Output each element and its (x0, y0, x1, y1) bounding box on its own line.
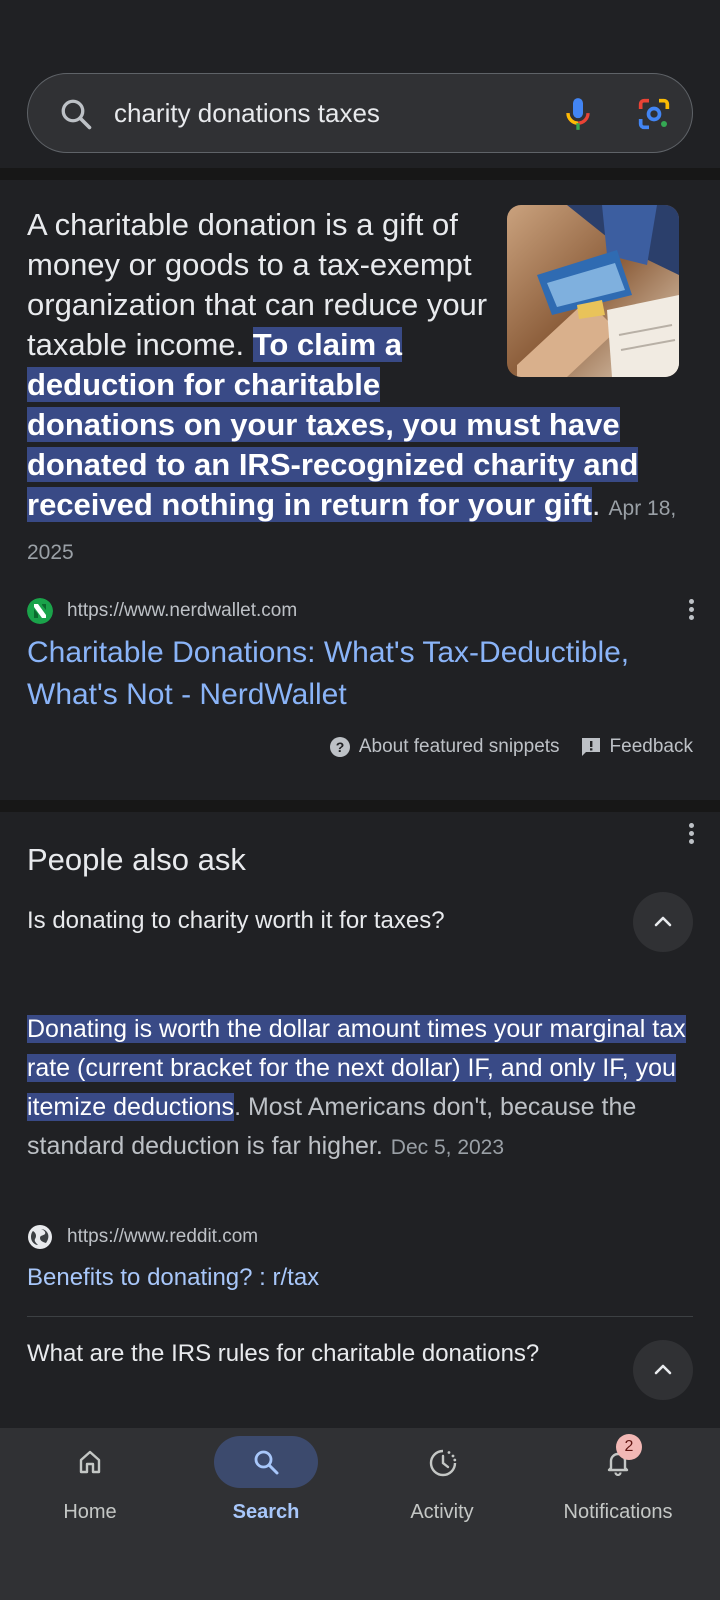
nerdwallet-favicon-icon (27, 598, 53, 624)
nav-notifications[interactable]: 2 Notifications (528, 1428, 708, 1548)
snippet-tail: . (591, 487, 601, 522)
more-options-icon[interactable] (681, 820, 701, 850)
more-options-icon[interactable] (681, 596, 701, 626)
snippet-footer: ? About featured snippets Feedback (329, 732, 693, 762)
globe-icon (28, 1225, 52, 1249)
collapse-button[interactable] (633, 892, 693, 952)
help-circle-icon: ? (329, 737, 350, 757)
paa-link-title[interactable]: Benefits to donating? : r/tax (27, 1260, 687, 1296)
snippet-thumbnail[interactable] (507, 205, 679, 377)
google-lens-icon[interactable] (634, 94, 674, 134)
people-also-ask-title: People also ask (27, 842, 246, 877)
featured-snippet-card: A charitable donation is a gift of money… (0, 180, 720, 800)
feedback-label: Feedback (609, 736, 693, 757)
svg-text:?: ? (336, 739, 345, 755)
paa-answer: Donating is worth the dollar amount time… (27, 1010, 687, 1167)
nav-icon-container: 2 (566, 1434, 670, 1488)
chevron-up-icon (654, 1364, 672, 1375)
paa-answer-date: Dec 5, 2023 (390, 1136, 505, 1159)
search-icon (254, 1450, 279, 1475)
section-separator (0, 168, 720, 180)
home-icon (79, 1450, 101, 1474)
bottom-navigation: Home Search Activity 2 Notifications (0, 1428, 720, 1600)
nav-home[interactable]: Home (0, 1428, 180, 1548)
nav-home-label: Home (63, 1501, 117, 1523)
about-featured-snippets-link[interactable]: ? About featured snippets (329, 736, 560, 758)
featured-snippet-text: A charitable donation is a gift of money… (27, 205, 679, 573)
nav-activity[interactable]: Activity (352, 1428, 532, 1548)
nav-icon-container (38, 1436, 142, 1488)
paa-source-url[interactable]: https://www.reddit.com (67, 1226, 258, 1248)
paa-question[interactable]: What are the IRS rules for charitable do… (27, 1338, 587, 1370)
notification-badge: 2 (616, 1434, 642, 1460)
search-box[interactable]: charity donations taxes (27, 73, 693, 153)
paa-source-row[interactable]: https://www.reddit.com (27, 1224, 693, 1254)
snippet-source-url[interactable]: https://www.nerdwallet.com (67, 600, 297, 622)
people-also-ask-card: People also ask Is donating to charity w… (0, 812, 720, 1432)
snippet-source-row[interactable]: https://www.nerdwallet.com (27, 598, 694, 628)
nav-icon-container (390, 1436, 494, 1488)
nav-icon-container (214, 1436, 318, 1488)
activity-icon (429, 1449, 457, 1477)
paa-divider (27, 1316, 693, 1317)
section-separator (0, 800, 720, 812)
search-query[interactable]: charity donations taxes (114, 98, 380, 129)
about-featured-snippets-label: About featured snippets (358, 736, 560, 757)
snippet-result-title[interactable]: Charitable Donations: What's Tax-Deducti… (27, 632, 687, 716)
feedback-link[interactable]: Feedback (580, 736, 693, 758)
nav-search[interactable]: Search (176, 1428, 356, 1548)
chevron-up-icon (654, 916, 672, 927)
nav-search-label: Search (232, 1501, 300, 1523)
search-icon (61, 99, 92, 130)
feedback-icon (581, 738, 600, 756)
nav-activity-label: Activity (410, 1501, 474, 1523)
collapse-button[interactable] (633, 1340, 693, 1400)
paa-question[interactable]: Is donating to charity worth it for taxe… (27, 905, 587, 937)
top-bar: charity donations taxes (0, 0, 720, 168)
microphone-icon[interactable] (558, 94, 598, 134)
nav-notifications-label: Notifications (563, 1501, 673, 1523)
